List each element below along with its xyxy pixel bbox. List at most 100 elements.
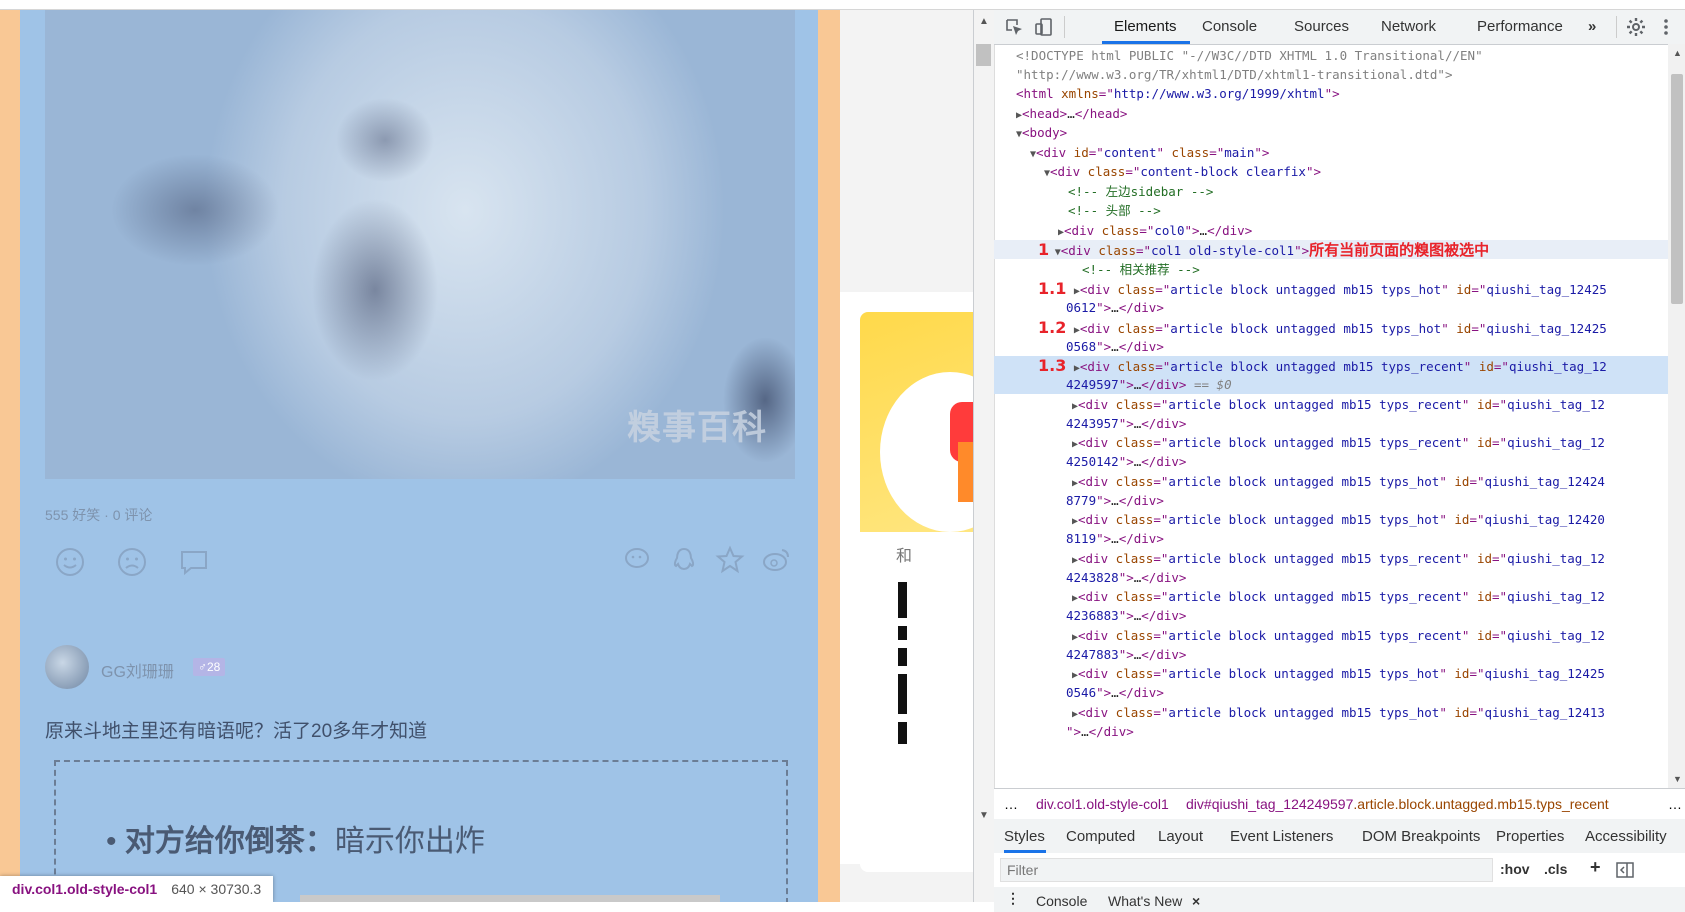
tab-network[interactable]: Network	[1381, 18, 1436, 35]
dom-comment[interactable]: <!-- 左边sidebar -->	[994, 182, 1668, 201]
dom-tree-scrollbar[interactable]: ▲ ▼	[1668, 44, 1685, 788]
weibo-icon[interactable]	[761, 545, 791, 575]
dom-node-article[interactable]: ▶<div class="article block untagged mb15…	[994, 664, 1668, 683]
breadcrumb-col1[interactable]: div.col1.old-style-col1	[1036, 789, 1169, 819]
tab-styles[interactable]: Styles	[1004, 828, 1045, 845]
qr-code-part	[898, 722, 907, 744]
dom-node-col1[interactable]: 1 ▼<div class="col1 old-style-col1">所有当前…	[994, 240, 1668, 259]
dom-node-article-cont[interactable]: 0568">…</div>	[994, 337, 1668, 356]
dom-node-article-cont[interactable]: 4247883">…</div>	[994, 645, 1668, 664]
post-image[interactable]: 糗事百科	[45, 10, 795, 479]
dom-node-article[interactable]: ▶<div class="article block untagged mb15…	[994, 510, 1668, 529]
dom-node-content[interactable]: ▼<div id="content" class="main">	[994, 143, 1668, 162]
scroll-up-arrow[interactable]: ▲	[979, 16, 989, 27]
scroll-up-arrow[interactable]: ▲	[1673, 48, 1682, 58]
dom-node-article-cont[interactable]: 0546">…</div>	[994, 683, 1668, 702]
close-icon[interactable]: ×	[1192, 893, 1200, 909]
horizontal-scrollbar[interactable]	[300, 895, 720, 902]
breadcrumb-tail[interactable]: …	[1668, 789, 1682, 819]
tab-dom-breakpoints[interactable]: DOM Breakpoints	[1362, 828, 1480, 845]
cls-toggle[interactable]: .cls	[1544, 861, 1567, 877]
tab-console[interactable]: Console	[1202, 18, 1257, 35]
post-stats: 555 好笑 · 0 评论	[45, 507, 153, 523]
inspect-element-icon[interactable]	[1004, 17, 1024, 37]
device-toolbar-icon[interactable]	[1034, 17, 1054, 37]
dom-node-article[interactable]: ▶<div class="article block untagged mb15…	[994, 587, 1668, 606]
tab-accessibility[interactable]: Accessibility	[1585, 828, 1667, 845]
settings-gear-icon[interactable]	[1626, 17, 1646, 37]
dom-node-article-cont[interactable]: 4249597">…</div> == $0	[994, 375, 1668, 394]
page-scroll-gutter[interactable]: ▲ ▼	[974, 10, 995, 902]
dom-node-head[interactable]: ▶<head>…</head>	[994, 104, 1668, 123]
breadcrumb-article[interactable]: div#qiushi_tag_124249597.article.block.u…	[1186, 789, 1609, 819]
hov-toggle[interactable]: :hov	[1500, 861, 1530, 877]
scroll-down-arrow[interactable]: ▼	[1673, 774, 1682, 784]
dom-node-article[interactable]: ▶<div class="article block untagged mb15…	[994, 472, 1668, 491]
dom-node-article[interactable]: ▶<div class="article block untagged mb15…	[994, 549, 1668, 568]
drawer-tab-console[interactable]: Console	[1036, 893, 1087, 909]
add-rule-icon[interactable]: +	[1590, 857, 1601, 878]
dom-node-article-cont[interactable]: 4243957">…</div>	[994, 414, 1668, 433]
tab-event-listeners[interactable]: Event Listeners	[1230, 828, 1333, 845]
page-margin-right	[818, 10, 840, 902]
dom-node-content-block[interactable]: ▼<div class="content-block clearfix">	[994, 162, 1668, 181]
dom-node-article-cont[interactable]: 8119">…</div>	[994, 529, 1668, 548]
tab-properties[interactable]: Properties	[1496, 828, 1564, 845]
dom-node-body[interactable]: ▼<body>	[994, 123, 1668, 142]
kebab-menu-icon[interactable]	[1656, 17, 1676, 37]
dom-node-article-cont[interactable]: 4236883">…</div>	[994, 606, 1668, 625]
drawer-menu-icon[interactable]: ⋮	[1006, 890, 1020, 907]
drawer-tab-whats-new[interactable]: What's New	[1108, 893, 1182, 909]
tab-elements[interactable]: Elements	[1114, 18, 1177, 35]
dom-tree-scroll-thumb[interactable]	[1671, 74, 1683, 304]
dom-node-html[interactable]: <html xmlns="http://www.w3.org/1999/xhtm…	[994, 84, 1668, 103]
toggle-sidebar-icon[interactable]	[1616, 861, 1634, 879]
dom-node-article[interactable]: ▶<div class="article block untagged mb15…	[994, 626, 1668, 645]
more-tabs-button[interactable]: »	[1588, 18, 1596, 35]
dom-node-article[interactable]: 1.2 ▶<div class="article block untagged …	[994, 318, 1668, 337]
drawer-tabbar: ⋮ Console What's New ×	[994, 887, 1685, 912]
toolbar-divider	[1616, 16, 1617, 38]
dom-node-article[interactable]: 1.1 ▶<div class="article block untagged …	[994, 279, 1668, 298]
tab-computed[interactable]: Computed	[1066, 828, 1135, 845]
dom-node-article[interactable]: ▶<div class="article block untagged mb15…	[994, 433, 1668, 452]
tab-layout[interactable]: Layout	[1158, 828, 1203, 845]
smile-icon[interactable]	[55, 547, 85, 577]
dom-comment[interactable]: <!-- 头部 -->	[994, 201, 1668, 220]
dom-node-article-cont[interactable]: 0612">…</div>	[994, 298, 1668, 317]
dom-node-article-cont[interactable]: 4243828">…</div>	[994, 568, 1668, 587]
dom-comment[interactable]: <!-- 相关推荐 -->	[994, 260, 1668, 279]
styles-filter-input[interactable]: Filter	[1000, 858, 1493, 882]
dom-node-article-cont[interactable]: 8779">…</div>	[994, 491, 1668, 510]
qr-code-part	[898, 674, 907, 714]
post-title[interactable]: 原来斗地主里还有暗语呢？活了20多年才知道	[45, 716, 427, 743]
wechat-icon[interactable]	[623, 545, 653, 575]
tab-performance[interactable]: Performance	[1477, 18, 1563, 35]
author-name[interactable]: GG刘珊珊	[101, 658, 174, 682]
bullet-bold: 对方给你倒茶：	[124, 825, 335, 858]
annotation-label: 1.2	[1038, 317, 1067, 337]
dom-node-article[interactable]: 1.3 ▶<div class="article block untagged …	[994, 356, 1668, 375]
breadcrumb-more[interactable]: …	[1004, 789, 1018, 819]
dom-node-doctype[interactable]: <!DOCTYPE html PUBLIC "-//W3C//DTD XHTML…	[994, 46, 1668, 65]
dom-node-article-cont[interactable]: ">…</div>	[994, 722, 1668, 741]
dom-node-article-cont[interactable]: 4250142">…</div>	[994, 452, 1668, 471]
dom-node-doctype-cont[interactable]: "http://www.w3.org/TR/xhtml1/DTD/xhtml1-…	[994, 65, 1668, 84]
sad-icon[interactable]	[117, 547, 147, 577]
styles-filter-row: Filter :hov .cls +	[994, 853, 1685, 888]
dom-node-article[interactable]: ▶<div class="article block untagged mb15…	[994, 703, 1668, 722]
dom-node-article[interactable]: ▶<div class="article block untagged mb15…	[994, 395, 1668, 414]
avatar[interactable]	[45, 645, 89, 689]
tab-sources[interactable]: Sources	[1294, 18, 1349, 35]
dom-tree[interactable]: <!DOCTYPE html PUBLIC "-//W3C//DTD XHTML…	[994, 46, 1668, 786]
tooltip-selector: div.col1.old-style-col1	[12, 881, 158, 897]
page-scroll-thumb[interactable]	[976, 44, 991, 66]
dom-node-col0[interactable]: ▶<div class="col0">…</div>	[994, 221, 1668, 240]
qq-icon[interactable]	[669, 545, 699, 575]
gender-age-badge: ♂28	[193, 658, 226, 676]
qzone-star-icon[interactable]	[715, 545, 745, 575]
tooltip-size: 640 × 30730.3	[171, 881, 262, 897]
sidebar-ad[interactable]: 和	[860, 312, 973, 872]
scroll-down-arrow[interactable]: ▼	[979, 810, 989, 821]
comment-icon[interactable]	[179, 547, 209, 577]
